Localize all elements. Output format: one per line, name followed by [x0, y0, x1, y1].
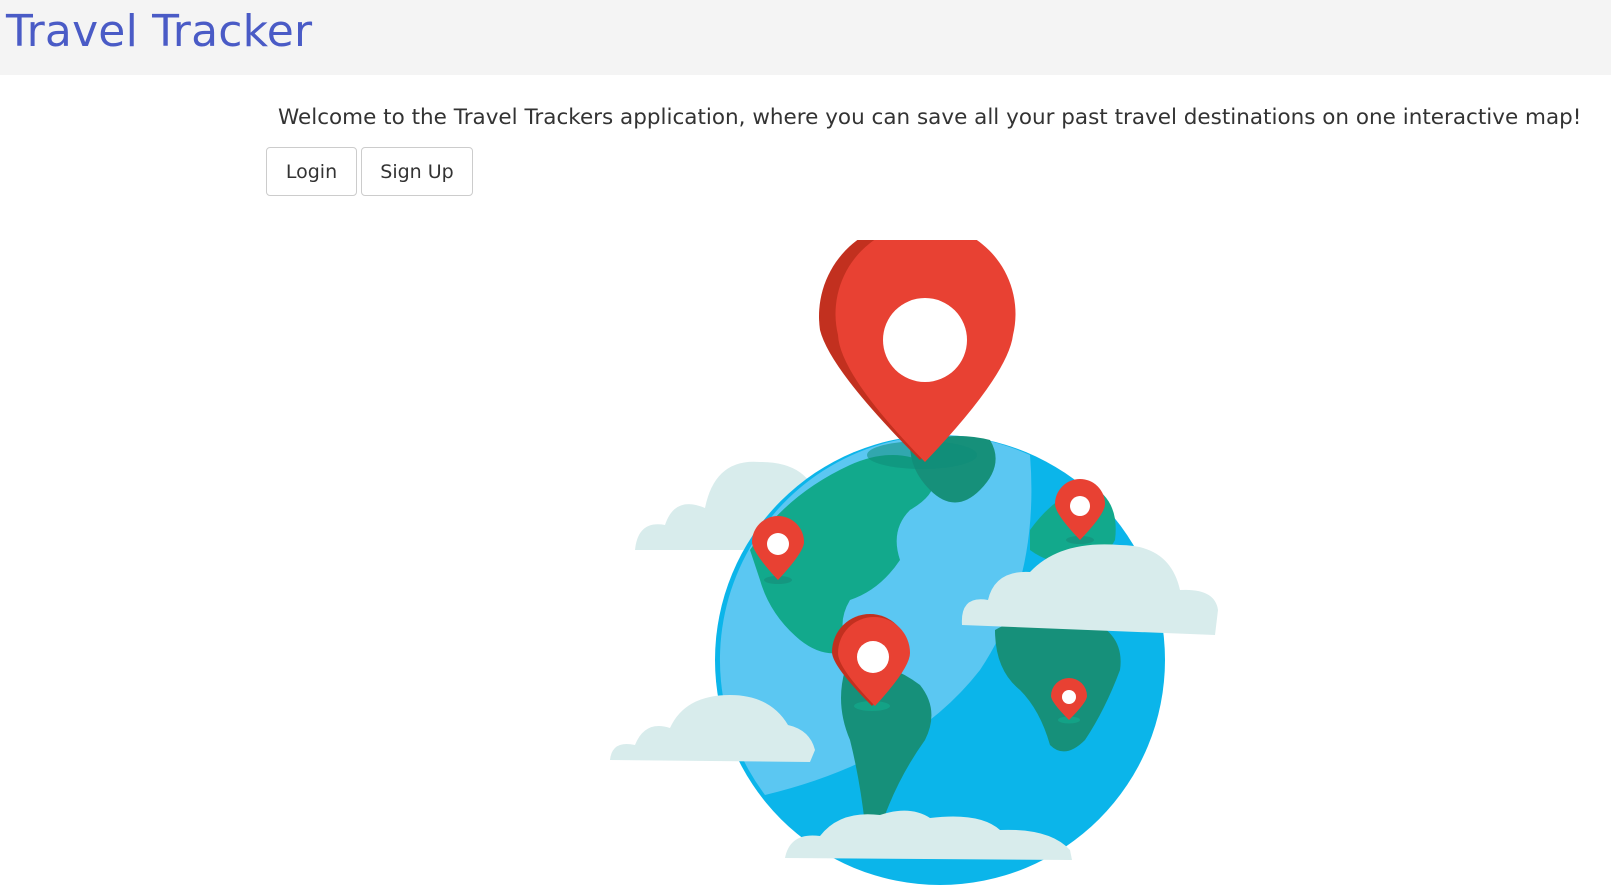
- welcome-text: Welcome to the Travel Trackers applicati…: [278, 105, 1582, 130]
- globe-illustration: [610, 240, 1218, 885]
- signup-button[interactable]: Sign Up: [361, 147, 473, 196]
- brand-title[interactable]: Travel Tracker: [6, 4, 312, 60]
- login-button[interactable]: Login: [266, 147, 357, 196]
- location-pin-icon: [819, 240, 1016, 469]
- navbar: Travel Tracker: [0, 0, 1611, 75]
